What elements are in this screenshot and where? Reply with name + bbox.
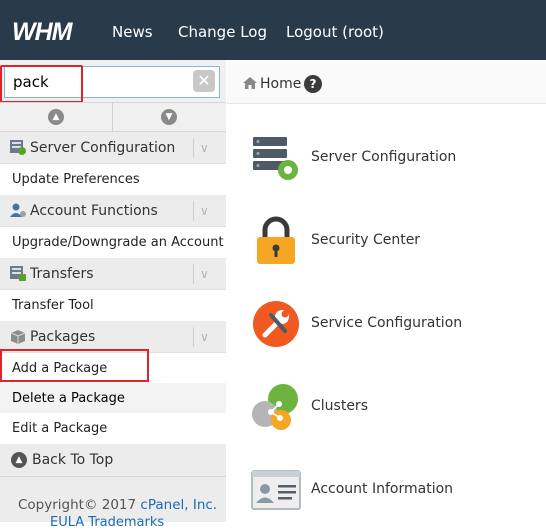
divider xyxy=(193,264,194,284)
app-label: Security Center xyxy=(311,232,421,248)
app-service-configuration[interactable]: Service Configuration xyxy=(227,293,546,353)
divider xyxy=(193,201,194,221)
search-bar: pack ✕ xyxy=(0,60,226,103)
account-functions-icon xyxy=(10,203,26,217)
sidebar-item-update-preferences[interactable]: Update Preferences xyxy=(0,164,226,195)
copyright-label: Copyright© 2017 xyxy=(18,497,137,513)
sidebar-item-label: Upgrade/Downgrade an Account xyxy=(12,235,224,250)
transfers-icon xyxy=(10,266,26,281)
scroll-down-button[interactable]: ▼ xyxy=(113,103,225,131)
divider xyxy=(193,327,194,347)
home-icon xyxy=(243,77,257,89)
sidebar-item-label: Delete a Package xyxy=(12,391,125,406)
close-icon[interactable]: ✕ xyxy=(193,70,215,92)
app-clusters[interactable]: Clusters xyxy=(227,376,546,436)
nav-news-link[interactable]: News xyxy=(112,0,153,60)
scroll-controls: ▲ ▼ xyxy=(0,102,226,132)
nav-logout-link[interactable]: Logout (root) xyxy=(286,0,384,60)
id-card-icon xyxy=(251,470,301,510)
sidebar-item-label: Update Preferences xyxy=(12,172,140,187)
category-server-configuration[interactable]: Server Configuration ∨ xyxy=(0,132,226,164)
category-transfers[interactable]: Transfers ∨ xyxy=(0,258,226,290)
scroll-up-button[interactable]: ▲ xyxy=(0,103,112,131)
app-account-information[interactable]: Account Information xyxy=(227,459,546,519)
padlock-icon xyxy=(257,216,295,264)
help-icon[interactable]: ? xyxy=(304,75,322,93)
app-label: Account Information xyxy=(311,481,454,497)
sidebar-item-delete-package[interactable]: Delete a Package xyxy=(0,383,226,414)
app-label: Server Configuration xyxy=(311,149,457,165)
category-account-functions[interactable]: Account Functions ∨ xyxy=(0,195,226,227)
server-configuration-icon xyxy=(253,137,298,180)
divider xyxy=(193,138,194,158)
search-input[interactable]: pack xyxy=(4,66,220,98)
arrow-down-icon: ▼ xyxy=(161,109,177,125)
sidebar: pack ✕ ▲ ▼ Server Configuration ∨ Update… xyxy=(0,60,226,530)
breadcrumb-home-link[interactable]: Home xyxy=(260,60,301,108)
chevron-down-icon[interactable]: ∨ xyxy=(200,258,209,290)
sidebar-item-label: Edit a Package xyxy=(12,421,108,436)
category-label: Account Functions xyxy=(30,203,158,219)
packages-icon xyxy=(10,330,26,344)
copyright-text: Copyright© 2017 cPanel, Inc. xyxy=(18,497,217,513)
wrench-icon xyxy=(253,301,299,347)
top-bar: WHM News Change Log Logout (root) xyxy=(0,0,546,60)
chevron-down-icon[interactable]: ∨ xyxy=(200,132,209,164)
category-label: Packages xyxy=(30,329,96,345)
category-label: Transfers xyxy=(30,266,94,282)
clusters-icon xyxy=(252,384,298,430)
back-to-top-button[interactable]: ▲ Back To Top xyxy=(0,444,226,476)
category-packages[interactable]: Packages ∨ xyxy=(0,321,226,353)
sidebar-item-transfer-tool[interactable]: Transfer Tool xyxy=(0,290,226,321)
sidebar-item-add-package[interactable]: Add a Package xyxy=(0,353,226,384)
server-config-icon xyxy=(10,140,26,155)
cpanel-link[interactable]: cPanel, Inc. xyxy=(140,497,217,513)
app-server-configuration[interactable]: Server Configuration xyxy=(227,127,546,187)
chevron-down-icon[interactable]: ∨ xyxy=(200,321,209,353)
breadcrumb: Home ? xyxy=(227,60,546,104)
whm-logo[interactable]: WHM xyxy=(12,19,92,45)
sidebar-item-edit-package[interactable]: Edit a Package xyxy=(0,413,226,444)
back-to-top-label: Back To Top xyxy=(32,452,114,468)
sidebar-item-upgrade-downgrade[interactable]: Upgrade/Downgrade an Account xyxy=(0,227,226,258)
arrow-up-circle-icon: ▲ xyxy=(11,452,27,468)
arrow-up-icon: ▲ xyxy=(48,109,64,125)
sidebar-footer: Copyright© 2017 cPanel, Inc. EULA Tradem… xyxy=(0,476,226,530)
svg-text:WHM: WHM xyxy=(12,19,74,45)
sidebar-item-label: Transfer Tool xyxy=(12,298,94,313)
footer-links[interactable]: EULA Trademarks xyxy=(50,515,164,531)
sidebar-item-label: Add a Package xyxy=(12,361,108,376)
chevron-down-icon[interactable]: ∨ xyxy=(200,195,209,227)
nav-change-log-link[interactable]: Change Log xyxy=(178,0,267,60)
category-label: Server Configuration xyxy=(30,140,176,156)
app-label: Service Configuration xyxy=(311,315,463,331)
app-security-center[interactable]: Security Center xyxy=(227,210,546,270)
app-label: Clusters xyxy=(311,398,368,414)
